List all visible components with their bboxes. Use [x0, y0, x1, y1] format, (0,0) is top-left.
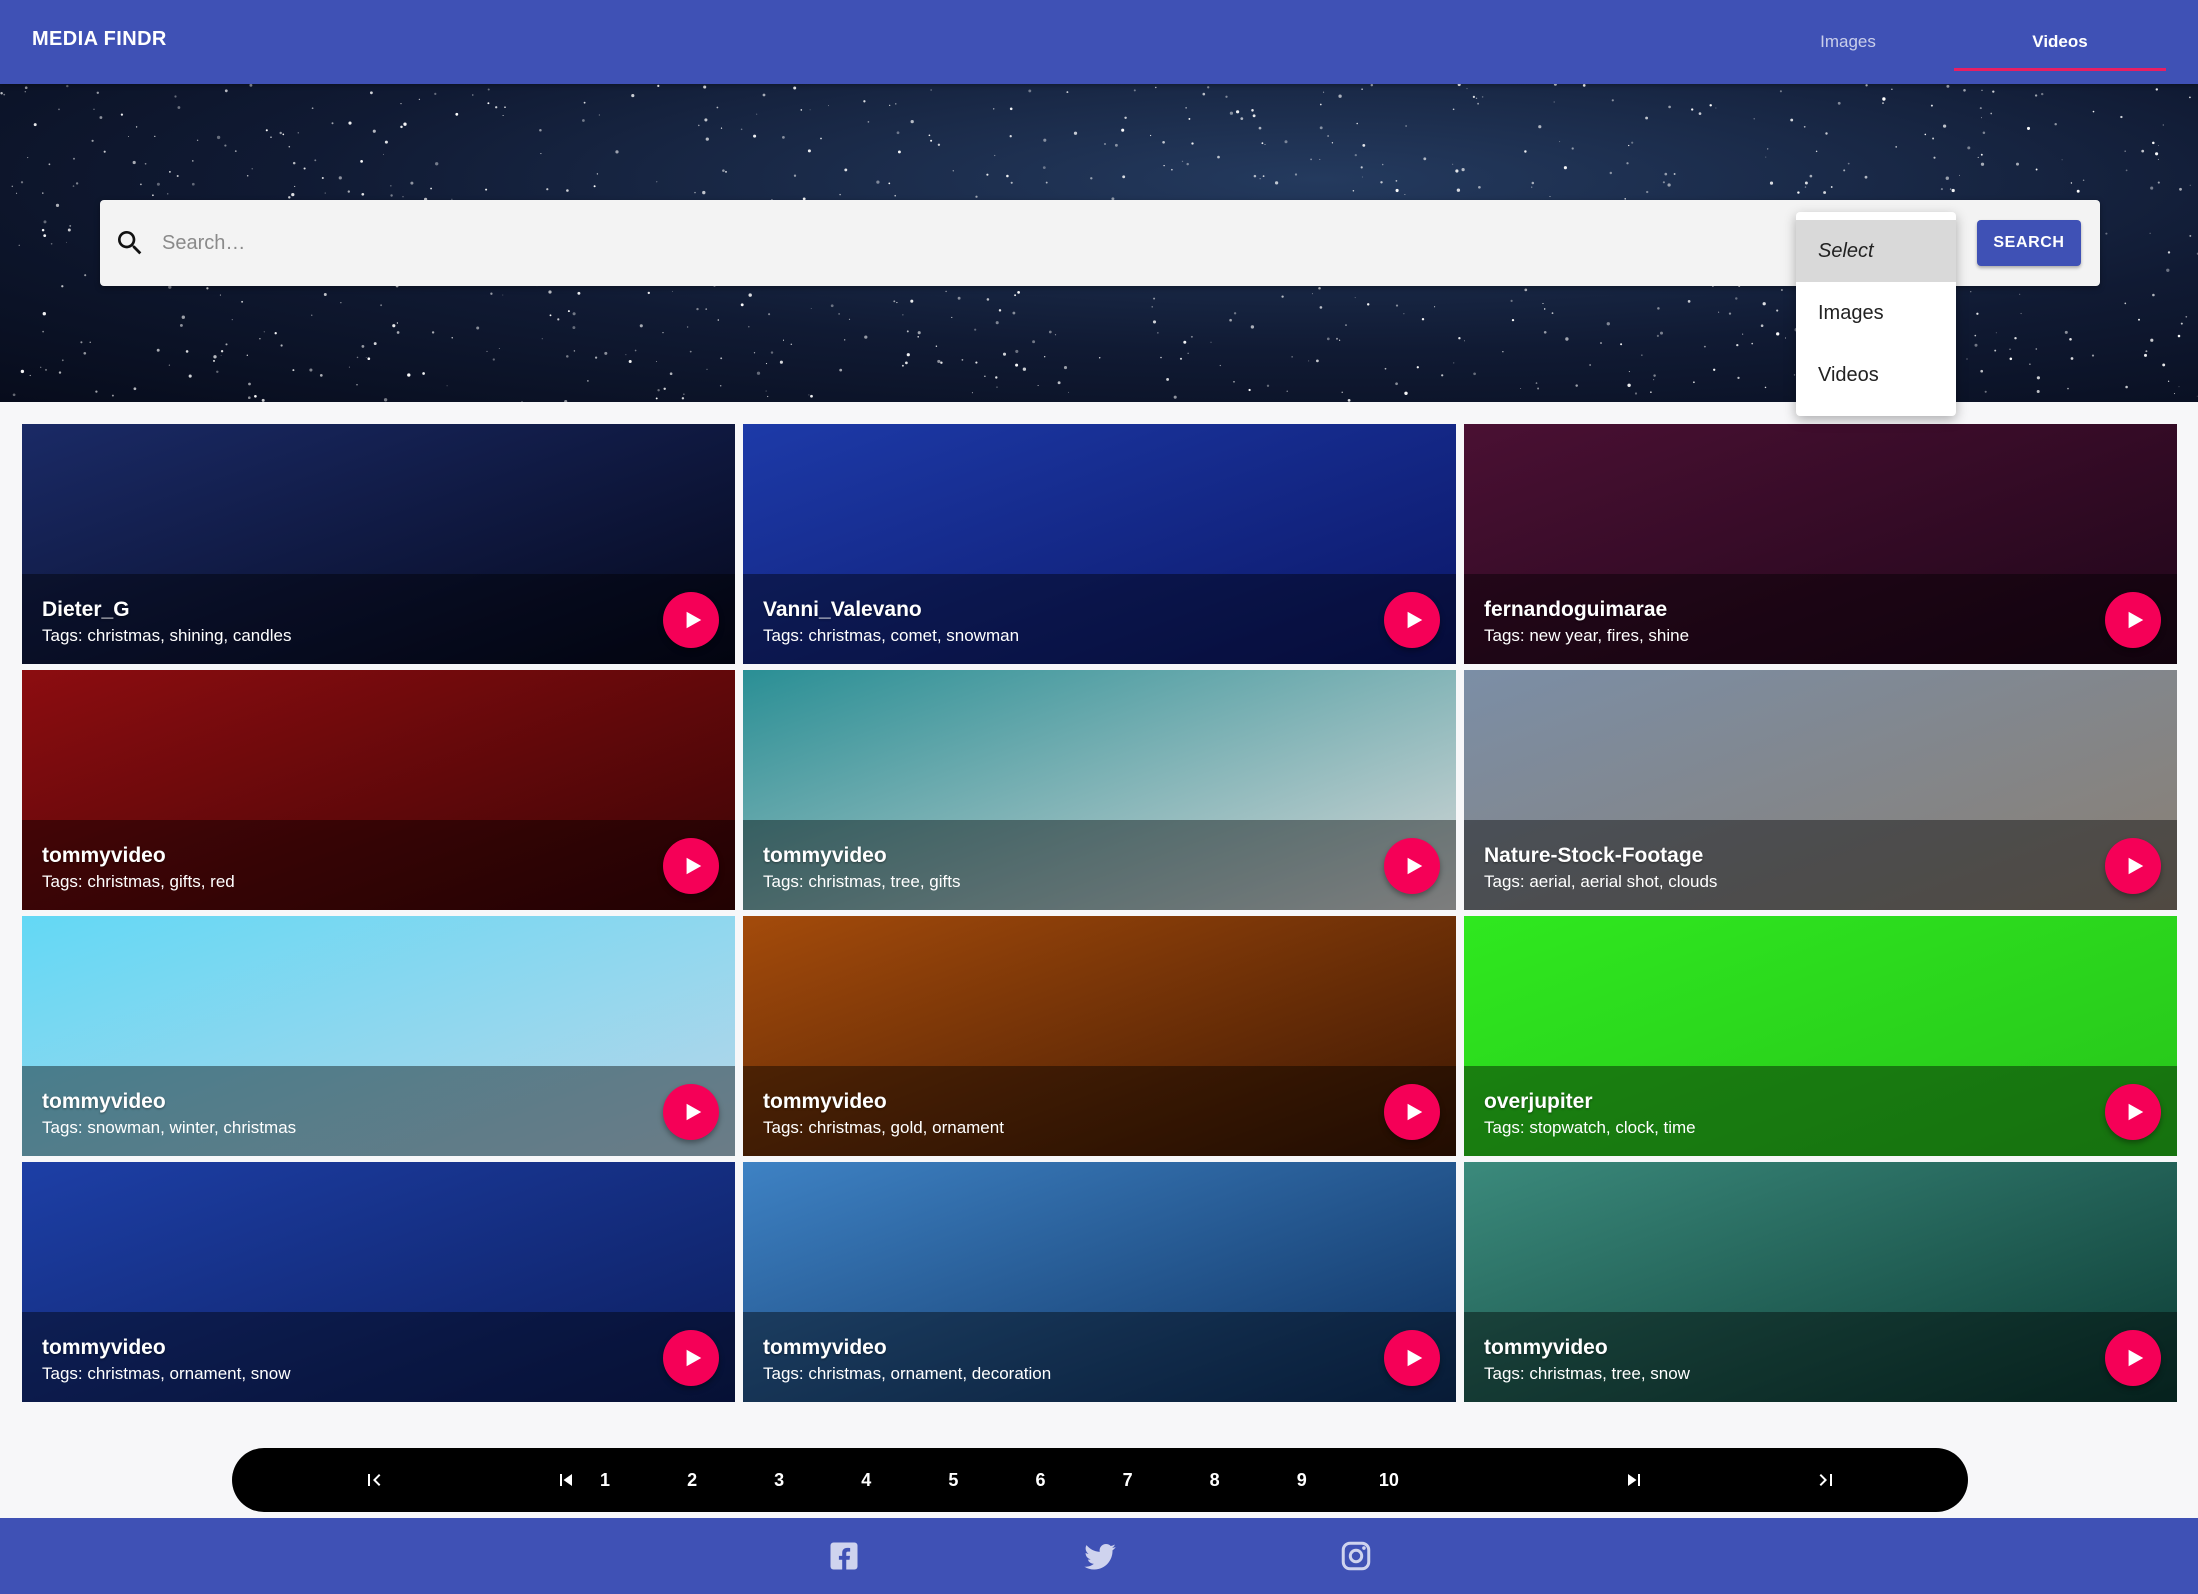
footer — [0, 1518, 2198, 1594]
active-tab-indicator — [1954, 68, 2166, 71]
card-tags: Tags: christmas, ornament, snow — [42, 1364, 291, 1383]
card-tags: Tags: aerial, aerial shot, clouds — [1484, 872, 1718, 891]
card-tags: Tags: snowman, winter, christmas — [42, 1118, 297, 1137]
page-2-button[interactable]: 2 — [672, 1448, 712, 1512]
page-5-button[interactable]: 5 — [933, 1448, 973, 1512]
play-button[interactable] — [663, 592, 719, 648]
app-bar: MEDIA FINDR Images Videos — [0, 0, 2198, 84]
page-1-button[interactable]: 1 — [585, 1448, 625, 1512]
play-icon — [2128, 611, 2144, 629]
pagination: 1 2 3 4 5 6 7 8 9 10 — [232, 1448, 1968, 1512]
play-button[interactable] — [2105, 1330, 2161, 1386]
play-icon — [1407, 857, 1423, 875]
page-10-button[interactable]: 10 — [1369, 1448, 1409, 1512]
dropdown-option-images[interactable]: Images — [1796, 282, 1956, 344]
skip-previous-icon — [560, 1474, 572, 1486]
card-author: tommyvideo — [42, 844, 166, 867]
card-tags: Tags: christmas, gold, ornament — [763, 1118, 1004, 1137]
page-8-button[interactable]: 8 — [1195, 1448, 1235, 1512]
video-card[interactable]: Vanni_Valevano Tags: christmas, comet, sn… — [743, 424, 1456, 664]
card-tags: Tags: new year, fires, shine — [1484, 626, 1690, 645]
card-author: Dieter_G — [42, 598, 130, 621]
video-card[interactable]: tommyvideo Tags: snowman, winter, christm… — [22, 916, 735, 1156]
play-button[interactable] — [1384, 1330, 1440, 1386]
play-icon — [2128, 857, 2144, 875]
last-page-button[interactable] — [1794, 1448, 1858, 1512]
page-4-button[interactable]: 4 — [846, 1448, 886, 1512]
card-author: fernandoguimarae — [1484, 598, 1668, 621]
page-3-button[interactable]: 3 — [759, 1448, 799, 1512]
play-icon — [686, 611, 702, 629]
play-button[interactable] — [2105, 1084, 2161, 1140]
dropdown-option-videos[interactable]: Videos — [1796, 344, 1956, 406]
play-icon — [686, 857, 702, 875]
play-icon — [1407, 1349, 1423, 1367]
tab-images[interactable]: Images — [1742, 0, 1954, 84]
play-icon — [2128, 1349, 2144, 1367]
card-author: tommyvideo — [1484, 1336, 1608, 1359]
play-button[interactable] — [2105, 592, 2161, 648]
card-tags: Tags: christmas, shining, candles — [42, 626, 292, 645]
play-button[interactable] — [663, 1330, 719, 1386]
card-tags: Tags: christmas, tree, gifts — [763, 872, 961, 891]
video-card[interactable]: Dieter_G Tags: christmas, shining, candle… — [22, 424, 735, 664]
card-author: tommyvideo — [42, 1336, 166, 1359]
play-button[interactable] — [1384, 838, 1440, 894]
card-author: tommyvideo — [42, 1090, 166, 1113]
card-author: Nature-Stock-Footage — [1484, 844, 1704, 867]
media-type-dropdown: Select Images Videos — [1796, 212, 1956, 416]
page-7-button[interactable]: 7 — [1108, 1448, 1148, 1512]
video-card[interactable]: Nature-Stock-Footage Tags: aerial, aerial… — [1464, 670, 2177, 910]
video-card[interactable]: overjupiter Tags: stopwatch, clock, time — [1464, 916, 2177, 1156]
search-input[interactable] — [162, 216, 1862, 270]
play-button[interactable] — [663, 838, 719, 894]
card-tags: Tags: christmas, gifts, red — [42, 872, 235, 891]
video-card[interactable]: tommyvideo Tags: christmas, gifts, red — [22, 670, 735, 910]
card-tags: Tags: christmas, tree, snow — [1484, 1364, 1690, 1383]
search-button[interactable]: SEARCH — [1977, 220, 2081, 266]
video-card[interactable]: tommyvideo Tags: christmas, gold, ornamen… — [743, 916, 1456, 1156]
facebook-icon[interactable] — [826, 1538, 862, 1574]
play-button[interactable] — [1384, 592, 1440, 648]
video-card[interactable]: tommyvideo Tags: christmas, tree, gifts — [743, 670, 1456, 910]
play-icon — [2128, 1103, 2144, 1121]
first-page-button[interactable] — [342, 1448, 406, 1512]
page-9-button[interactable]: 9 — [1282, 1448, 1322, 1512]
page-6-button[interactable]: 6 — [1021, 1448, 1061, 1512]
dropdown-option-select[interactable]: Select — [1796, 220, 1956, 282]
play-button[interactable] — [2105, 838, 2161, 894]
card-tags: Tags: stopwatch, clock, time — [1484, 1118, 1696, 1137]
card-author: Vanni_Valevano — [763, 598, 922, 621]
card-author: overjupiter — [1484, 1090, 1593, 1113]
video-card[interactable]: tommyvideo Tags: christmas, ornament, sno… — [22, 1162, 735, 1402]
card-tags: Tags: christmas, ornament, decoration — [763, 1364, 1052, 1383]
twitter-icon[interactable] — [1082, 1538, 1118, 1574]
skip-next-icon — [1628, 1474, 1640, 1486]
play-icon — [1407, 1103, 1423, 1121]
video-card[interactable]: tommyvideo Tags: christmas, tree, snow — [1464, 1162, 2177, 1402]
next-page-button[interactable] — [1602, 1448, 1666, 1512]
video-card[interactable]: tommyvideo Tags: christmas, ornament, dec… — [743, 1162, 1456, 1402]
play-button[interactable] — [1384, 1084, 1440, 1140]
app-title: MEDIA FINDR — [32, 28, 167, 50]
card-tags: Tags: christmas, comet, snowman — [763, 626, 1020, 645]
card-author: tommyvideo — [763, 844, 887, 867]
tab-videos[interactable]: Videos — [1954, 0, 2166, 84]
card-author: tommyvideo — [763, 1336, 887, 1359]
video-grid: Dieter_G Tags: christmas, shining, candle… — [22, 424, 2178, 1402]
first-page-icon — [368, 1474, 381, 1486]
play-icon — [686, 1103, 702, 1121]
instagram-icon[interactable] — [1338, 1538, 1374, 1574]
play-button[interactable] — [663, 1084, 719, 1140]
play-icon — [1407, 611, 1423, 629]
card-author: tommyvideo — [763, 1090, 887, 1113]
search-icon — [118, 231, 142, 255]
play-icon — [686, 1349, 702, 1367]
last-page-icon — [1819, 1474, 1832, 1486]
video-card[interactable]: fernandoguimarae Tags: new year, fires, s… — [1464, 424, 2177, 664]
